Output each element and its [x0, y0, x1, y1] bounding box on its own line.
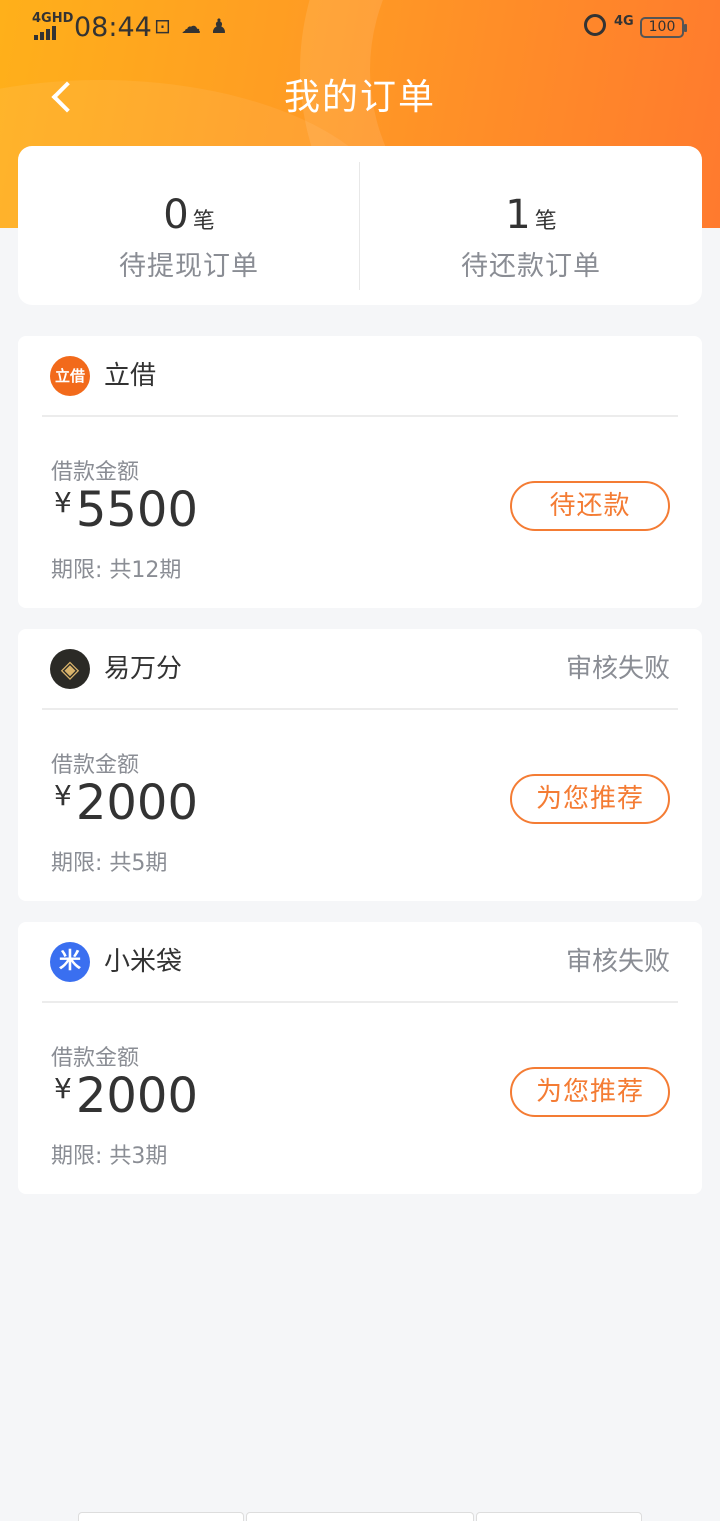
currency-symbol: ¥: [54, 486, 72, 519]
amount-value: 2000: [75, 1068, 198, 1124]
lijie-logo-icon: 立借: [50, 356, 90, 396]
alarm-icon: [584, 14, 606, 36]
status-time: 08:44: [74, 12, 152, 43]
pending-withdraw-count: 0: [163, 192, 189, 238]
lender-name: 易万分: [104, 654, 183, 684]
currency-symbol: ¥: [54, 1072, 72, 1105]
count-unit: 笔: [192, 209, 215, 234]
notification-app-icon: ⊡: [154, 14, 171, 38]
order-status: 审核失败: [565, 654, 670, 684]
loan-amount: ¥5500: [54, 482, 198, 538]
amount-value: 5500: [75, 482, 198, 538]
pending-withdraw-count-row: 0笔: [18, 192, 360, 238]
yiwanfen-logo-icon: ◈: [50, 649, 90, 689]
recommend-button[interactable]: 为您推荐: [510, 1067, 670, 1117]
count-unit: 笔: [534, 209, 557, 234]
order-card[interactable]: ◈ 易万分 审核失败 借款金额 ¥2000 期限: 共5期 为您推荐: [18, 629, 702, 901]
currency-symbol: ¥: [54, 779, 72, 812]
xiaomidai-logo-icon: 米: [50, 942, 90, 982]
pending-withdraw-summary[interactable]: 0笔 待提现订单: [18, 146, 360, 305]
card-divider: [42, 708, 678, 710]
pending-repay-count: 1: [505, 192, 531, 238]
qq-icon: ♟: [210, 14, 228, 38]
order-card[interactable]: 米 小米袋 审核失败 借款金额 ¥2000 期限: 共3期 为您推荐: [18, 922, 702, 1194]
pending-repay-count-row: 1笔: [360, 192, 702, 238]
loan-term: 期限: 共3期: [51, 1144, 168, 1169]
repay-button[interactable]: 待还款: [510, 481, 670, 531]
card-divider: [42, 415, 678, 417]
card-divider: [42, 1001, 678, 1003]
order-card[interactable]: 立借 立借 借款金额 ¥5500 期限: 共12期 待还款: [18, 336, 702, 608]
pending-withdraw-label: 待提现订单: [119, 251, 259, 282]
recommend-button[interactable]: 为您推荐: [510, 774, 670, 824]
bottom-tab-edges: [78, 1512, 642, 1521]
loan-amount: ¥2000: [54, 1068, 198, 1124]
amount-value: 2000: [75, 775, 198, 831]
order-summary-card: 0笔 待提现订单 1笔 待还款订单: [18, 146, 702, 305]
battery-icon: 100: [640, 17, 687, 38]
loan-term: 期限: 共5期: [51, 851, 168, 876]
loan-term: 期限: 共12期: [51, 558, 182, 583]
lender-name: 小米袋: [104, 947, 183, 977]
loan-amount: ¥2000: [54, 775, 198, 831]
network-right-label: 4G: [614, 14, 634, 29]
pending-repay-label: 待还款订单: [461, 251, 601, 282]
wechat-icon: ☁: [181, 14, 201, 38]
signal-icon: [34, 26, 60, 40]
status-bar: 4GHD 08:44 ⊡ ☁ ♟ 4G 100: [0, 0, 720, 56]
lender-name: 立借: [104, 361, 157, 391]
page-title: 我的订单: [283, 77, 436, 118]
pending-repay-summary[interactable]: 1笔 待还款订单: [360, 146, 702, 305]
order-status: 审核失败: [565, 947, 670, 977]
network-type-label: 4GHD: [32, 11, 74, 26]
